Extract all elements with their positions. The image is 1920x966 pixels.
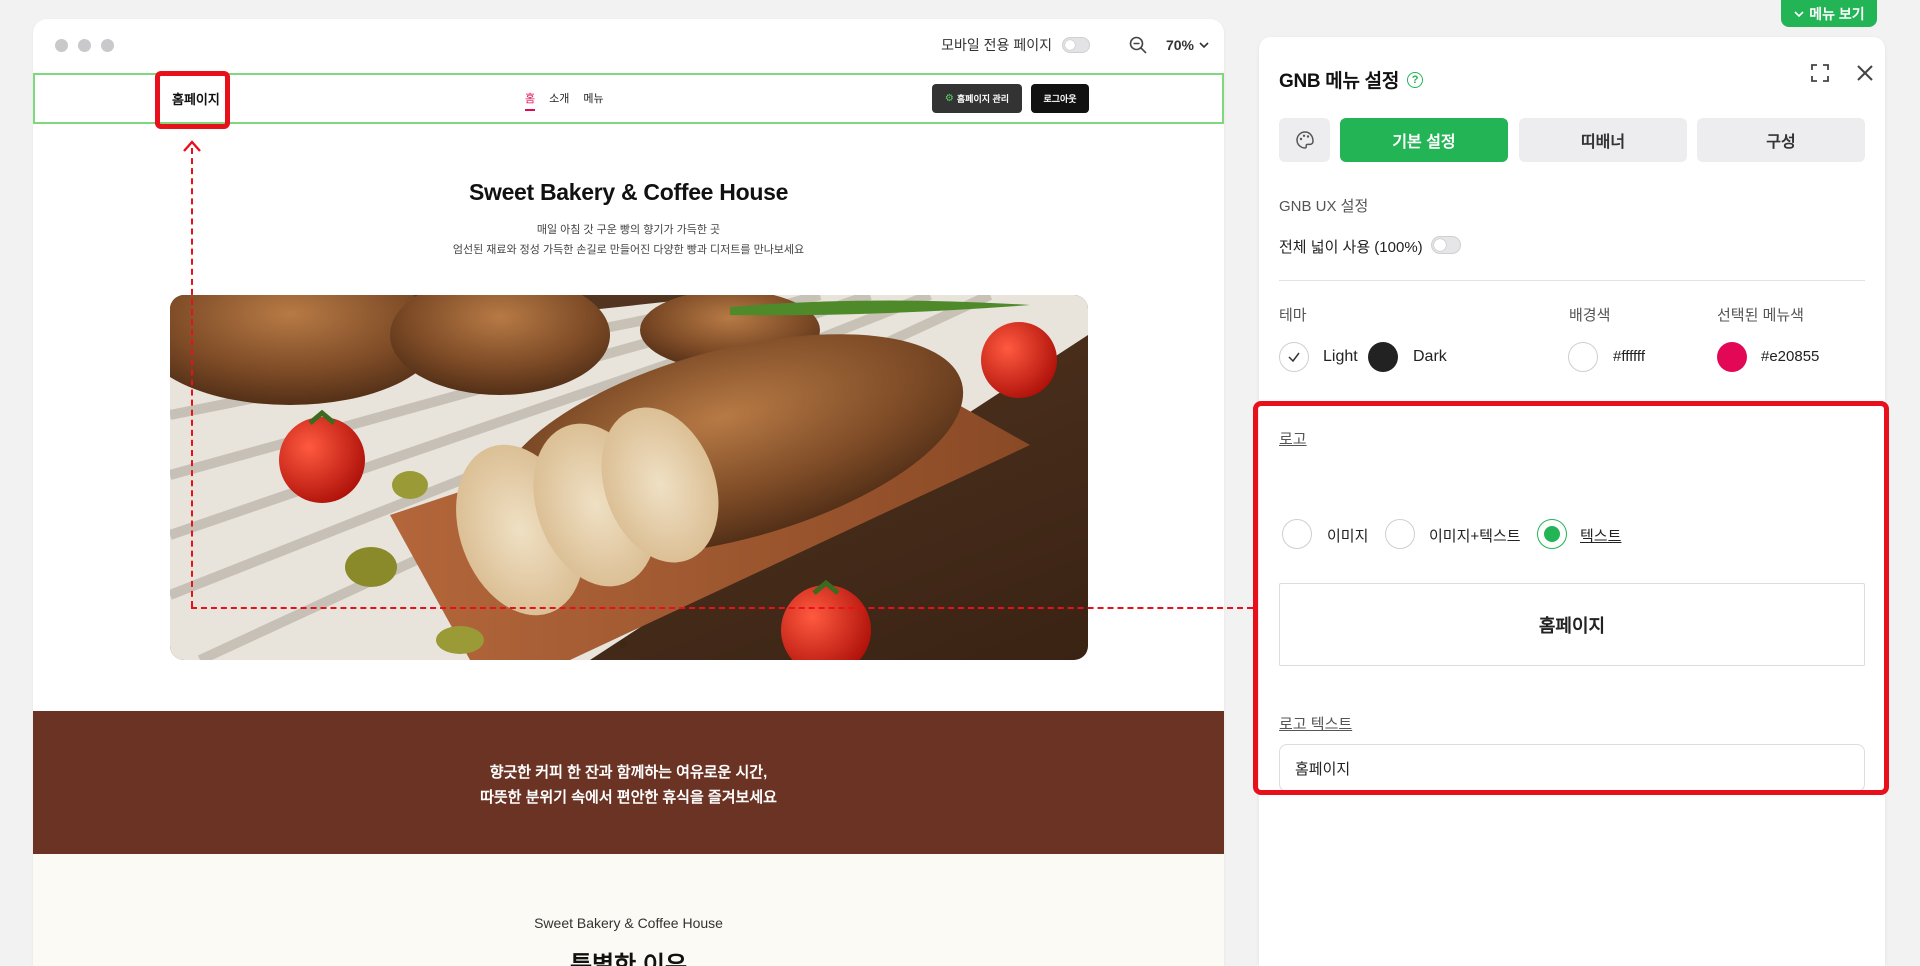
check-icon	[1288, 352, 1300, 363]
gnb-ux-heading: GNB UX 설정	[1279, 198, 1369, 215]
site-manage-button[interactable]: ⚙ 홈페이지 관리	[932, 84, 1022, 113]
mobile-page-toggle[interactable]	[1061, 37, 1090, 53]
panel-title-text: GNB 메뉴 설정	[1279, 71, 1399, 92]
logo-preview: 홈페이지	[1279, 583, 1865, 666]
annotation-connector-vertical	[191, 148, 193, 607]
chevron-down-icon	[1794, 10, 1804, 17]
gear-icon: ⚙	[944, 93, 954, 104]
logo-type-text-label[interactable]: 텍스트	[1580, 525, 1621, 546]
annotation-connector-horizontal	[191, 607, 1253, 609]
full-width-toggle[interactable]	[1431, 236, 1461, 254]
promo-text-line2: 따뜻한 분위기 속에서 편안한 휴식을 즐겨보세요	[480, 789, 777, 806]
divider	[1279, 280, 1865, 281]
theme-label: 테마	[1279, 307, 1307, 324]
nav-item-menu[interactable]: 메뉴	[583, 90, 603, 111]
hero-subtitle: 매일 아침 갓 구운 빵의 향기가 가득한 곳	[536, 224, 721, 236]
expand-icon[interactable]	[1809, 62, 1831, 84]
background-color-swatch[interactable]	[1568, 342, 1598, 372]
full-width-label: 전체 넓이 사용 (100%)	[1279, 239, 1423, 256]
tab-banner[interactable]: 띠배너	[1519, 118, 1687, 162]
logo-section-label: 로고	[1279, 431, 1307, 448]
site-manage-label: 홈페이지 관리	[956, 94, 1010, 104]
selected-menu-color-swatch[interactable]	[1717, 342, 1747, 372]
window-dot	[101, 39, 114, 52]
nav-item-home[interactable]: 홈	[525, 90, 536, 111]
menu-view-button[interactable]: 메뉴 보기	[1781, 0, 1877, 27]
hero-title: Sweet Bakery & Coffee House	[468, 179, 789, 205]
palette-icon	[1295, 131, 1314, 149]
window-dot	[78, 39, 91, 52]
logo-type-text-radio[interactable]	[1537, 519, 1567, 549]
preview-toolbar: 모바일 전용 페이지 70%	[33, 19, 1224, 72]
section-heading: 특별한 이유	[569, 952, 688, 966]
window-dot	[55, 39, 68, 52]
slide-indicator[interactable]	[620, 641, 627, 648]
theme-light-swatch[interactable]	[1279, 342, 1309, 372]
logo-highlight-box	[155, 71, 230, 129]
logo-type-image-text-label[interactable]: 이미지+텍스트	[1429, 525, 1521, 546]
theme-light-label: Light	[1323, 348, 1358, 365]
site-gnb: 홈페이지 홈 소개 메뉴 ⚙ 홈페이지 관리 로그아웃	[33, 71, 1224, 129]
hero-description: 엄선된 재료와 정성 가득한 손길로 만들어진 다양한 빵과 디저트를 만나보세…	[452, 244, 805, 256]
zoom-out-icon[interactable]	[1126, 33, 1150, 57]
selected-menu-color-value[interactable]: #e20855	[1761, 348, 1819, 365]
logo-text-input[interactable]	[1279, 744, 1865, 792]
website-preview: 모바일 전용 페이지 70% 홈페이지 홈 소개 메뉴 ⚙ 홈페이지 관리 로그…	[33, 19, 1224, 966]
chevron-down-icon[interactable]	[1198, 39, 1210, 51]
promo-band	[33, 711, 1224, 854]
background-color-value[interactable]: #ffffff	[1613, 348, 1645, 365]
site-nav: 홈 소개 메뉴	[525, 90, 604, 111]
promo-text-line1: 향긋한 커피 한 잔과 함께하는 여유로운 시간,	[489, 764, 768, 781]
logout-button[interactable]: 로그아웃	[1031, 84, 1089, 113]
menu-view-label: 메뉴 보기	[1809, 5, 1865, 22]
palette-tab[interactable]	[1279, 118, 1330, 162]
panel-title: GNB 메뉴 설정 ?	[1279, 66, 1423, 93]
logo-type-image-text-radio[interactable]	[1385, 519, 1415, 549]
section-eyebrow: Sweet Bakery & Coffee House	[534, 915, 723, 931]
tab-basic-settings[interactable]: 기본 설정	[1340, 118, 1508, 162]
theme-dark-label: Dark	[1413, 348, 1447, 365]
selected-menu-color-label: 선택된 메뉴색	[1717, 307, 1804, 324]
window-dots	[55, 39, 114, 52]
theme-dark-swatch[interactable]	[1368, 342, 1398, 372]
logo-type-image-label[interactable]: 이미지	[1327, 525, 1368, 546]
mobile-page-label: 모바일 전용 페이지	[941, 37, 1052, 53]
close-icon[interactable]	[1853, 61, 1877, 85]
help-icon[interactable]: ?	[1407, 71, 1423, 88]
gnb-settings-panel: GNB 메뉴 설정 ? 기본 설정 띠배너 구성 GNB UX 설정 전체 넓이…	[1259, 37, 1885, 966]
logo-type-image-radio[interactable]	[1282, 519, 1312, 549]
tab-compose[interactable]: 구성	[1697, 118, 1865, 162]
nav-item-about[interactable]: 소개	[549, 90, 569, 111]
logo-text-label: 로고 텍스트	[1279, 716, 1353, 733]
hero-bread-image	[170, 295, 1088, 660]
background-color-label: 배경색	[1569, 307, 1611, 324]
zoom-level[interactable]: 70%	[1166, 37, 1194, 53]
